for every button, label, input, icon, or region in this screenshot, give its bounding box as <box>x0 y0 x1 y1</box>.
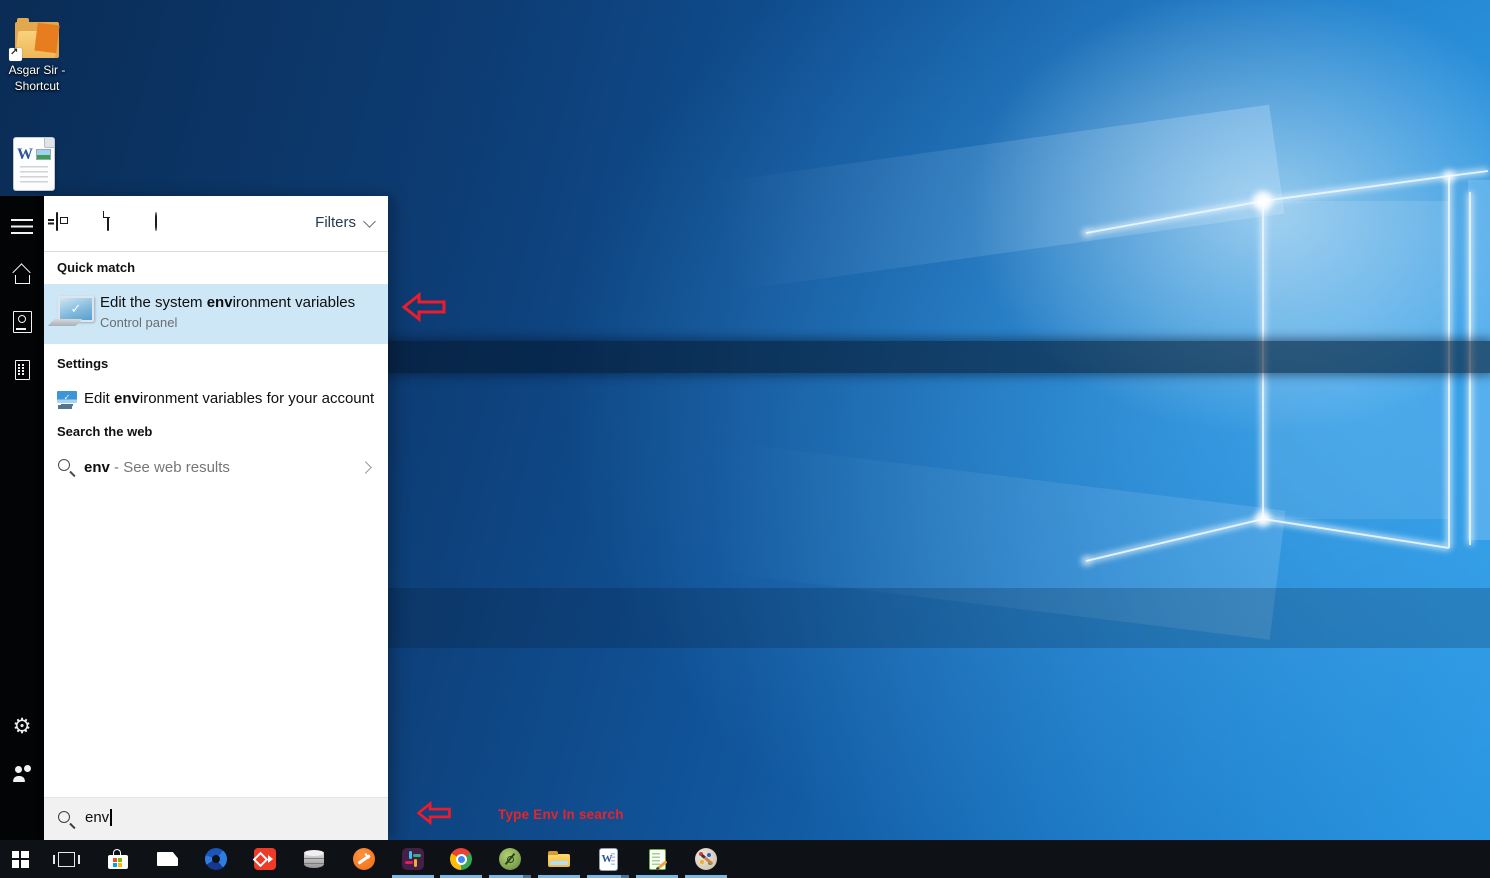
chrome-icon <box>450 848 472 870</box>
blue-ring-app-icon <box>205 848 227 870</box>
result-edit-environment-variables-account[interactable]: Edit environment variables for your acco… <box>44 382 388 418</box>
taskbar-task-view[interactable] <box>44 840 88 878</box>
taskbar-blue-app[interactable] <box>194 840 238 878</box>
desktop-icon-word-document[interactable] <box>8 138 60 190</box>
settings-button[interactable]: ⚙ <box>0 704 44 748</box>
taskbar-store[interactable] <box>96 840 140 878</box>
chevron-down-icon <box>363 215 376 228</box>
search-input-value: env <box>85 809 112 826</box>
feedback-button[interactable] <box>0 752 44 796</box>
desktop-icon-folder-shortcut[interactable]: Asgar Sir - Shortcut <box>4 22 70 94</box>
postman-icon <box>353 848 375 870</box>
taskbar-notepad-plus-plus[interactable] <box>635 840 679 878</box>
section-header-search-the-web: Search the web <box>44 424 388 439</box>
system-properties-icon <box>56 296 94 323</box>
result-text: Edit the system environment variables Co… <box>100 294 355 330</box>
gear-icon: ⚙ <box>13 716 32 737</box>
notebook-icon <box>13 311 32 333</box>
folder-icon <box>15 22 59 58</box>
file-explorer-icon <box>548 854 570 867</box>
section-header-settings: Settings <box>44 356 388 371</box>
text-caret <box>110 809 112 826</box>
result-title: Edit the system environment variables <box>100 294 355 311</box>
filters-label: Filters <box>315 214 356 231</box>
taskbar-paint[interactable] <box>684 840 728 878</box>
section-header-quick-match: Quick match <box>44 260 388 275</box>
menu-button[interactable] <box>0 204 44 248</box>
apps-filter-icon[interactable] <box>56 212 58 231</box>
chevron-right-icon <box>359 461 372 474</box>
task-view-icon <box>58 852 75 867</box>
documents-filter-icon[interactable] <box>107 212 109 231</box>
taskbar-postman[interactable] <box>342 840 386 878</box>
feedback-icon <box>12 765 32 783</box>
taskbar <box>0 840 1490 878</box>
search-icon <box>58 811 76 829</box>
search-icon <box>58 459 76 477</box>
search-filter-bar: Filters <box>44 196 388 252</box>
slack-icon <box>402 848 424 870</box>
annotation-note: Type Env In search <box>498 807 624 822</box>
windows-logo-icon <box>12 851 29 868</box>
mail-icon <box>157 852 178 866</box>
windows-desktop: Asgar Sir - Shortcut ⚙ Filters Quick mat… <box>0 0 1490 878</box>
shortcut-arrow-icon <box>9 48 22 61</box>
web-result-text: env - See web results <box>84 459 230 476</box>
search-results-panel: Filters Quick match Edit the system envi… <box>44 196 388 840</box>
web-filter-icon[interactable] <box>155 212 157 231</box>
taskbar-android-studio[interactable] <box>488 840 532 878</box>
devices-icon <box>15 360 30 380</box>
word-icon <box>600 849 617 870</box>
taskbar-red-app[interactable] <box>243 840 287 878</box>
taskbar-slack[interactable] <box>391 840 435 878</box>
paint-icon <box>695 848 717 870</box>
notepad-plus-plus-icon <box>649 849 666 870</box>
settings-monitor-icon <box>57 391 77 409</box>
red-arrow-annotation-search <box>417 798 451 828</box>
result-see-web-results[interactable]: env - See web results <box>44 450 388 486</box>
notebook-button[interactable] <box>0 300 44 344</box>
hamburger-icon <box>11 219 33 234</box>
desktop-icon-label: Asgar Sir - Shortcut <box>4 63 70 94</box>
document-thumbnail <box>36 149 51 160</box>
devices-button[interactable] <box>0 348 44 392</box>
result-edit-system-environment-variables[interactable]: Edit the system environment variables Co… <box>44 284 388 344</box>
android-studio-icon <box>499 848 521 870</box>
filters-dropdown[interactable]: Filters <box>315 214 374 231</box>
result-title: Edit environment variables for your acco… <box>84 390 374 407</box>
microsoft-store-icon <box>108 855 128 869</box>
taskbar-start[interactable] <box>0 840 42 878</box>
home-icon <box>12 265 32 284</box>
red-diamond-app-icon <box>254 848 276 870</box>
keyboard-icon <box>48 319 83 326</box>
taskbar-chrome[interactable] <box>439 840 483 878</box>
word-document-icon <box>14 138 54 190</box>
taskbar-mail[interactable] <box>145 840 189 878</box>
database-stack-icon <box>304 851 324 868</box>
search-input[interactable]: env <box>44 797 388 840</box>
red-arrow-annotation-result <box>402 292 446 322</box>
taskbar-file-explorer[interactable] <box>537 840 581 878</box>
taskbar-database-app[interactable] <box>292 840 336 878</box>
result-subtitle: Control panel <box>100 315 355 330</box>
home-button[interactable] <box>0 252 44 296</box>
taskbar-word[interactable] <box>586 840 630 878</box>
search-flyout-rail: ⚙ <box>0 196 44 840</box>
